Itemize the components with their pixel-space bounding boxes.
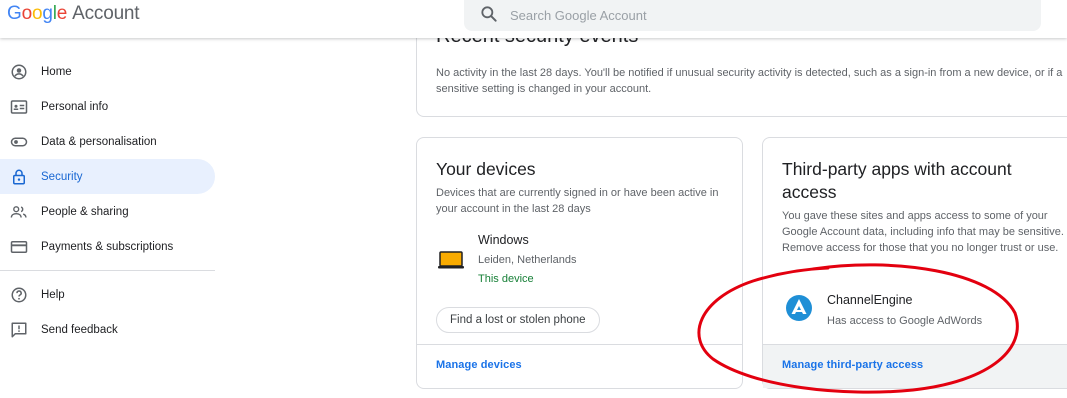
top-bar: Google Account <box>0 0 1067 38</box>
toggle-icon <box>10 133 28 151</box>
search-icon[interactable] <box>479 4 499 24</box>
logo-letter: G <box>7 3 22 24</box>
laptop-icon <box>438 251 464 269</box>
sidebar-item-label: Data & personalisation <box>41 135 157 148</box>
sidebar-item-payments[interactable]: Payments & subscriptions <box>0 229 215 264</box>
card-description: No activity in the last 28 days. You'll … <box>436 67 1063 95</box>
your-devices-card: Your devices Devices that are currently … <box>416 137 743 389</box>
sidebar-item-label: Home <box>41 65 72 78</box>
sidebar-item-label: Payments & subscriptions <box>41 240 174 253</box>
logo-letter: e <box>56 3 68 24</box>
sidebar-item-label: Help <box>41 288 65 301</box>
sidebar-item-label: Send feedback <box>41 323 118 336</box>
sidebar-item-send-feedback[interactable]: Send feedback <box>0 312 215 347</box>
logo-letter: g <box>42 3 53 24</box>
logo-letter: o <box>31 3 43 24</box>
page-root: GoogleAccount Home Personal info <box>0 0 1067 398</box>
id-card-icon <box>10 98 28 116</box>
card-title: Third-party apps with account access <box>782 159 1012 202</box>
logo-letter: o <box>21 3 33 24</box>
feedback-icon <box>10 321 28 339</box>
sidebar-item-personal-info[interactable]: Personal info <box>0 89 215 124</box>
sidebar-item-label: Personal info <box>41 100 109 113</box>
lock-icon <box>10 168 28 186</box>
credit-card-icon <box>10 238 28 256</box>
third-party-apps-card: Third-party apps with account access You… <box>762 137 1067 389</box>
google-account-logo[interactable]: Google Account <box>7 3 140 25</box>
people-icon <box>10 203 28 221</box>
help-icon <box>10 286 28 304</box>
device-status: This device <box>478 273 534 285</box>
device-name: Windows <box>478 233 529 247</box>
card-description: Devices that are currently signed in or … <box>436 187 719 215</box>
sidebar-item-data-personalisation[interactable]: Data & personalisation <box>0 124 215 159</box>
sidebar-item-label: People & sharing <box>41 205 129 218</box>
card-footer: Manage devices <box>417 344 742 388</box>
sidebar-item-home[interactable]: Home <box>0 54 215 89</box>
sidebar-item-label: Security <box>41 170 83 183</box>
sidebar-item-people-sharing[interactable]: People & sharing <box>0 194 215 229</box>
search-input[interactable] <box>510 5 1010 25</box>
app-name: ChannelEngine <box>827 293 913 307</box>
app-access-description: Has access to Google AdWords <box>827 315 983 327</box>
sidebar-item-help[interactable]: Help <box>0 277 215 312</box>
home-icon <box>10 63 28 81</box>
card-footer: Manage third-party access <box>763 344 1067 388</box>
sidebar-item-security[interactable]: Security <box>0 159 215 194</box>
product-name: Account <box>72 3 140 24</box>
find-lost-phone-button[interactable]: Find a lost or stolen phone <box>436 307 600 333</box>
manage-third-party-access-link[interactable]: Manage third-party access <box>782 359 923 371</box>
search-bar[interactable] <box>464 0 1041 31</box>
channelengine-app-icon <box>786 295 812 321</box>
manage-devices-link[interactable]: Manage devices <box>436 359 522 371</box>
card-title: Your devices <box>436 159 536 179</box>
device-location: Leiden, Netherlands <box>478 254 577 266</box>
card-description: You gave these sites and apps access to … <box>782 210 1064 254</box>
sidebar-nav: Home Personal info Data & personalisatio… <box>0 54 216 347</box>
sidebar-divider <box>0 270 215 271</box>
